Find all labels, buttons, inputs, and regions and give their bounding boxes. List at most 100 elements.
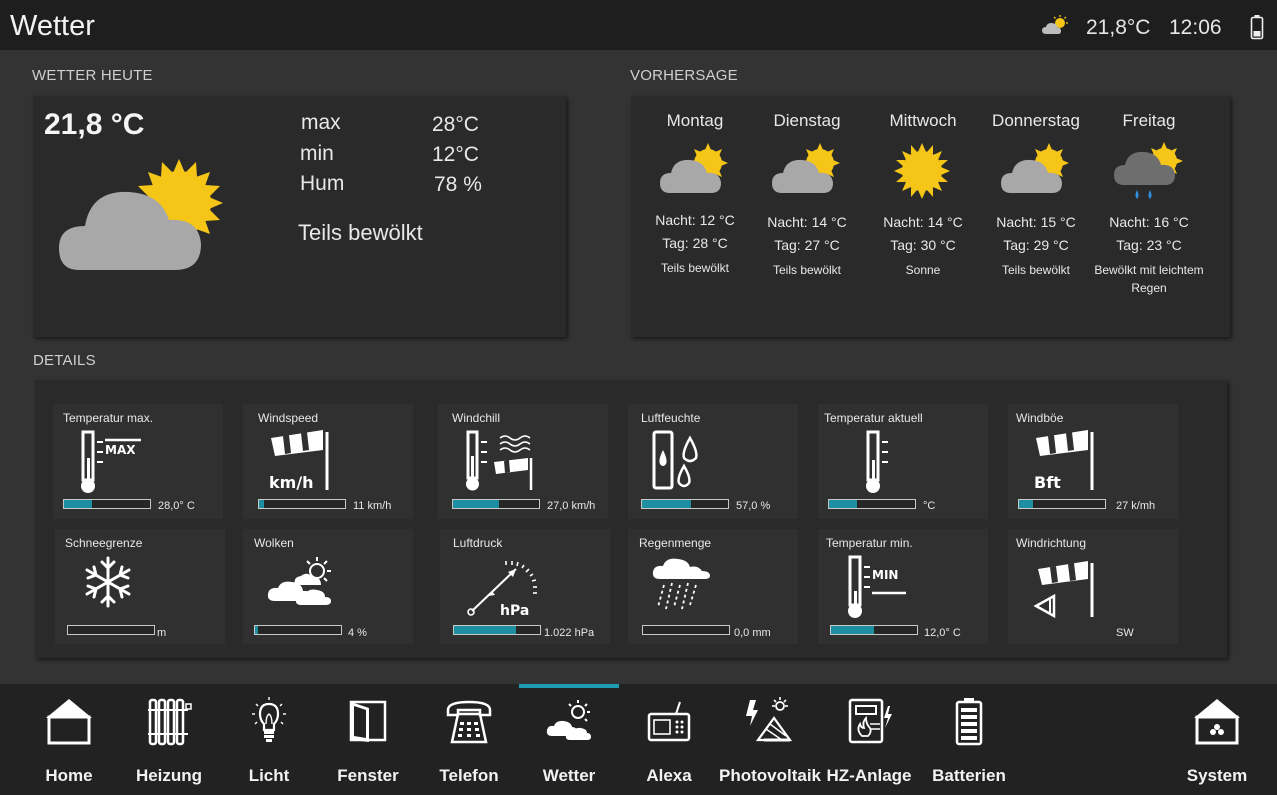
progress-bar [641,499,729,509]
detail-tile-temp-max[interactable]: Temperatur max. MAX 28,0° C [53,404,223,519]
nav-item-hz-anlage[interactable]: HZ-Anlage [819,684,919,795]
progress-bar [452,499,540,509]
section-title-forecast: VORHERSAGE [630,67,738,84]
forecast-day-temp: Tag: 27 °C [774,237,840,253]
tile-value: 11 km/h [353,500,392,512]
windsock-bft-icon: Bft [1034,430,1094,492]
detail-tile-temp-min[interactable]: Temperatur min. MIN 12,0° C [818,529,988,644]
hum-label: Hum [300,172,345,195]
progress-fill [1019,500,1033,508]
nav-label: System [1186,766,1248,785]
svg-text:MAX: MAX [105,443,136,457]
thermometer-min-icon: MIN [848,555,906,618]
forecast-description: Teils bewölkt [660,261,730,275]
detail-tile-windspeed[interactable]: Windspeed km/h 11 km/h [243,404,413,519]
tile-value: 4 % [348,627,367,639]
tile-value: 57,0 % [736,500,771,512]
forecast-panel: Montag Nacht: 12 °C Tag: 28 °C Teils bew… [631,96,1230,337]
nav-item-fenster[interactable]: Fenster [318,684,418,795]
nav-item-home[interactable]: Home [19,684,119,795]
partly-cloudy-icon [660,143,728,193]
house-icon [46,699,92,745]
tile-value: m [157,627,167,639]
tile-title: Regenmenge [639,536,712,550]
max-value: 28°C [432,113,479,136]
tile-title: Temperatur aktuell [824,411,923,425]
forecast-day: Donnerstag Nacht: 15 °C Tag: 29 °C Teils… [979,111,1093,279]
tile-title: Luftdruck [453,536,503,550]
progress-bar [254,625,342,635]
nav-item-alexa[interactable]: Alexa [619,684,719,795]
progress-fill [642,500,692,508]
forecast-day-name: Dienstag [773,111,841,130]
forecast-night: Nacht: 16 °C [1109,214,1189,230]
forecast-day-name: Freitag [1122,111,1176,130]
detail-tile-wind-direction[interactable]: Windrichtung SW [1008,529,1178,644]
nav-item-system[interactable]: System [1167,684,1267,795]
tile-title: Windböe [1016,411,1064,425]
progress-fill [454,626,516,634]
nav-item-wetter[interactable]: Wetter [519,684,619,795]
progress-fill [255,626,259,634]
progress-bar [258,499,346,509]
svg-text:hPa: hPa [500,603,529,619]
forecast-night: Nacht: 15 °C [996,214,1076,230]
nav-label: Home [45,766,93,785]
detail-tile-gust[interactable]: Windböe Bft 27 k/mh [1008,404,1178,519]
nav-label: Photovoltaik [719,766,822,785]
windsock-kmh-icon: km/h [269,430,329,492]
rain-amount-icon [652,558,710,610]
bottom-navigation: Home Heizung Licht Fenster Telefon Wette… [0,684,1277,795]
progress-bar [63,499,151,509]
progress-bar [453,625,541,635]
nav-item-batterien[interactable]: Batterien [919,684,1019,795]
partly-cloudy-icon [59,159,223,270]
tile-value: SW [1116,627,1134,639]
hum-value: 78 % [434,173,482,196]
section-title-details: DETAILS [33,352,96,369]
progress-bar [828,499,916,509]
tile-value: 27 k/mh [1116,500,1156,512]
progress-bar [1018,499,1106,509]
svg-text:km/h: km/h [269,473,314,492]
tile-title: Schneegrenze [65,536,143,550]
forecast-day-temp: Tag: 23 °C [1116,237,1182,253]
weather-icon [546,700,591,740]
forecast-night: Nacht: 14 °C [767,214,847,230]
nav-item-heizung[interactable]: Heizung [119,684,219,795]
nav-label: Batterien [932,766,1006,785]
min-value: 12°C [432,143,479,166]
humidity-icon [652,430,698,490]
detail-tile-humidity[interactable]: Luftfeuchte 57,0 % [628,404,798,519]
nav-label: Fenster [337,766,399,785]
battery-icon [1250,15,1264,40]
detail-tile-pressure[interactable]: Luftdruck hPa 1.022 hPa [440,529,610,644]
battery-icon [955,698,983,746]
forecast-day: Montag Nacht: 12 °C Tag: 28 °C Teils bew… [638,111,752,277]
detail-tile-temp-current[interactable]: Temperatur aktuell °C [818,404,988,519]
today-description: Teils bewölkt [298,220,423,245]
progress-fill [453,500,499,508]
detail-tile-clouds[interactable]: Wolken 4 % [243,529,413,644]
forecast-night: Nacht: 12 °C [655,212,735,228]
tile-value: 27,0 km/h [547,500,596,512]
tile-title: Windchill [452,411,501,425]
nav-active-indicator [519,684,619,688]
tile-value: 1.022 hPa [544,627,595,639]
partly-cloudy-icon [772,143,840,193]
svg-text:Bft: Bft [1034,473,1061,492]
nav-label: Alexa [646,766,692,785]
nav-item-telefon[interactable]: Telefon [419,684,519,795]
forecast-day-temp: Tag: 29 °C [1003,237,1069,253]
forecast-description: Sonne [905,263,941,277]
detail-tile-snowline[interactable]: Schneegrenze m [55,529,225,644]
forecast-description: Teils bewölkt [772,263,842,277]
nav-item-photovoltaik[interactable]: Photovoltaik [719,684,822,795]
detail-tile-rain[interactable]: Regenmenge 0,0 mm [628,529,798,644]
nav-item-licht[interactable]: Licht [219,684,319,795]
today-panel: 21,8 °C max 28°C min 12°C Hum 78 % Teils… [33,96,566,337]
forecast-day: Mittwoch Nacht: 14 °C Tag: 30 °C Sonne [866,111,980,279]
radiator-icon [148,698,192,746]
detail-tile-windchill[interactable]: Windchill 27,0 km/h [438,404,608,519]
thermometer-max-icon: MAX [81,430,141,493]
